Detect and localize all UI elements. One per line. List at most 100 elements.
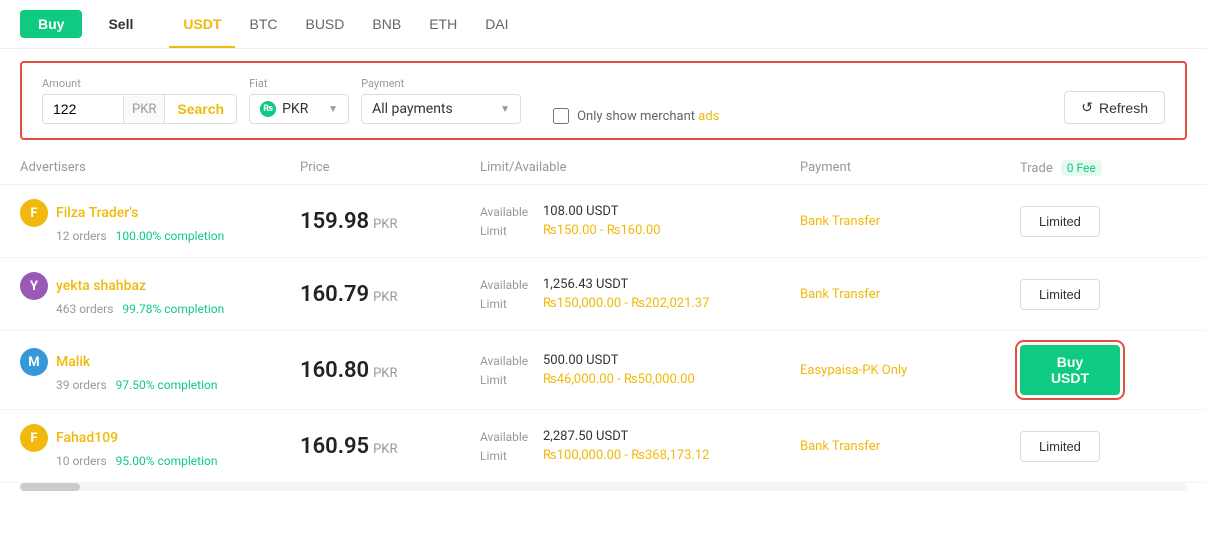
table-row: M Malik 39 orders 97.50% completion 160.… <box>0 331 1207 410</box>
chevron-down-icon: ▼ <box>328 104 338 115</box>
advertiser-stats: 12 orders 100.00% completion <box>56 229 300 243</box>
col-payment: Payment <box>800 160 1020 176</box>
advertiser-info: Y yekta shahbaz 463 orders 99.78% comple… <box>20 272 300 316</box>
top-bar: Buy Sell USDT BTC BUSD BNB ETH DAI <box>0 0 1207 49</box>
action-cell: Limited <box>1020 431 1120 462</box>
limit-value: ₨46,000.00 - ₨50,000.00 <box>543 372 695 387</box>
chevron-down-icon: ▼ <box>500 104 510 115</box>
amount-input[interactable] <box>43 95 123 123</box>
buy-usdt-button[interactable]: Buy USDT <box>1020 345 1120 395</box>
limited-button[interactable]: Limited <box>1020 431 1100 462</box>
merchant-checkbox[interactable] <box>553 108 569 124</box>
limited-button[interactable]: Limited <box>1020 279 1100 310</box>
limit-cell: Available 1,256.43 USDT Limit ₨150,000.0… <box>480 277 800 311</box>
limit-cell: Available 500.00 USDT Limit ₨46,000.00 -… <box>480 353 800 387</box>
payment-dropdown[interactable]: All payments ▼ <box>361 94 521 124</box>
order-count: 463 orders <box>56 302 113 316</box>
refresh-button[interactable]: ↺ Refresh <box>1064 91 1165 124</box>
limit-row: Limit ₨100,000.00 - ₨368,173.12 <box>480 448 800 463</box>
refresh-label: Refresh <box>1099 100 1148 116</box>
advertiser-name[interactable]: Malik <box>56 354 90 370</box>
payment-label: Payment <box>361 77 521 90</box>
table-row: F Filza Trader's 12 orders 100.00% compl… <box>0 185 1207 258</box>
limit-row: Limit ₨46,000.00 - ₨50,000.00 <box>480 372 800 387</box>
payment-value: All payments <box>372 101 453 117</box>
horizontal-scrollbar[interactable] <box>20 483 1187 491</box>
available-row: Available 108.00 USDT <box>480 204 800 219</box>
col-trade: Trade 0 Fee <box>1020 160 1120 176</box>
fee-badge: 0 Fee <box>1061 160 1102 176</box>
price-cell: 160.95PKR <box>300 434 480 459</box>
amount-label: Amount <box>42 77 237 90</box>
advertiser-name[interactable]: Filza Trader's <box>56 205 138 221</box>
completion-rate: 100.00% completion <box>116 229 225 243</box>
order-count: 10 orders <box>56 454 107 468</box>
table-row: Y yekta shahbaz 463 orders 99.78% comple… <box>0 258 1207 331</box>
tab-btc[interactable]: BTC <box>235 10 291 38</box>
tab-busd[interactable]: BUSD <box>291 10 358 38</box>
completion-rate: 99.78% completion <box>122 302 224 316</box>
limit-value: ₨100,000.00 - ₨368,173.12 <box>543 448 709 463</box>
limit-row: Limit ₨150.00 - ₨160.00 <box>480 223 800 238</box>
price-unit: PKR <box>373 366 397 381</box>
limit-label: Limit <box>480 297 535 311</box>
tab-dai[interactable]: DAI <box>471 10 522 38</box>
tab-eth[interactable]: ETH <box>415 10 471 38</box>
payment-method: Bank Transfer <box>800 287 1020 302</box>
advertiser-info: F Fahad109 10 orders 95.00% completion <box>20 424 300 468</box>
advertiser-stats: 463 orders 99.78% completion <box>56 302 300 316</box>
search-button[interactable]: Search <box>164 95 236 123</box>
avatar: M <box>20 348 48 376</box>
available-value: 500.00 USDT <box>543 353 618 368</box>
completion-rate: 97.50% completion <box>116 378 218 392</box>
limit-cell: Available 2,287.50 USDT Limit ₨100,000.0… <box>480 429 800 463</box>
advertiser-name-row: F Filza Trader's <box>20 199 300 227</box>
tab-usdt[interactable]: USDT <box>169 10 235 38</box>
payment-method: Easypaisa-PK Only <box>800 363 1020 378</box>
buy-tab[interactable]: Buy <box>20 10 82 38</box>
advertiser-stats: 10 orders 95.00% completion <box>56 454 300 468</box>
payment-method: Bank Transfer <box>800 439 1020 454</box>
payment-filter-group: Payment All payments ▼ <box>361 77 521 124</box>
limited-button[interactable]: Limited <box>1020 206 1100 237</box>
completion-rate: 95.00% completion <box>116 454 218 468</box>
available-label: Available <box>480 430 535 444</box>
price-cell: 160.80PKR <box>300 358 480 383</box>
fiat-label: Fiat <box>249 77 349 90</box>
refresh-icon: ↺ <box>1081 99 1093 116</box>
action-cell: Limited <box>1020 279 1120 310</box>
available-label: Available <box>480 205 535 219</box>
avatar: F <box>20 199 48 227</box>
available-value: 1,256.43 USDT <box>543 277 628 292</box>
advertiser-name[interactable]: yekta shahbaz <box>56 278 146 294</box>
available-label: Available <box>480 354 535 368</box>
limit-label: Limit <box>480 449 535 463</box>
fiat-icon: ₨ <box>260 101 276 117</box>
price-unit: PKR <box>373 290 397 305</box>
filter-bar: Amount PKR Search Fiat ₨ PKR ▼ Payment A… <box>20 61 1187 140</box>
merchant-link[interactable]: ads <box>698 109 719 124</box>
limit-label: Limit <box>480 224 535 238</box>
advertiser-name[interactable]: Fahad109 <box>56 430 118 446</box>
amount-input-group: PKR Search <box>42 94 237 124</box>
price-unit: PKR <box>373 442 397 457</box>
available-row: Available 1,256.43 USDT <box>480 277 800 292</box>
limit-value: ₨150,000.00 - ₨202,021.37 <box>543 296 709 311</box>
scrollbar-thumb[interactable] <box>20 483 80 491</box>
table-body: F Filza Trader's 12 orders 100.00% compl… <box>0 185 1207 483</box>
available-row: Available 2,287.50 USDT <box>480 429 800 444</box>
amount-currency: PKR <box>123 96 164 123</box>
trade-label: Trade <box>1020 161 1053 176</box>
merchant-filter: Only show merchant ads <box>553 108 719 124</box>
action-cell: Limited <box>1020 206 1120 237</box>
fiat-filter-group: Fiat ₨ PKR ▼ <box>249 77 349 124</box>
tab-bnb[interactable]: BNB <box>358 10 415 38</box>
advertiser-stats: 39 orders 97.50% completion <box>56 378 300 392</box>
action-cell: Buy USDT <box>1020 345 1120 395</box>
sell-tab[interactable]: Sell <box>90 10 151 38</box>
available-value: 2,287.50 USDT <box>543 429 628 444</box>
currency-tabs: USDT BTC BUSD BNB ETH DAI <box>169 10 522 38</box>
fiat-dropdown[interactable]: ₨ PKR ▼ <box>249 94 349 124</box>
price-cell: 159.98PKR <box>300 209 480 234</box>
avatar: Y <box>20 272 48 300</box>
